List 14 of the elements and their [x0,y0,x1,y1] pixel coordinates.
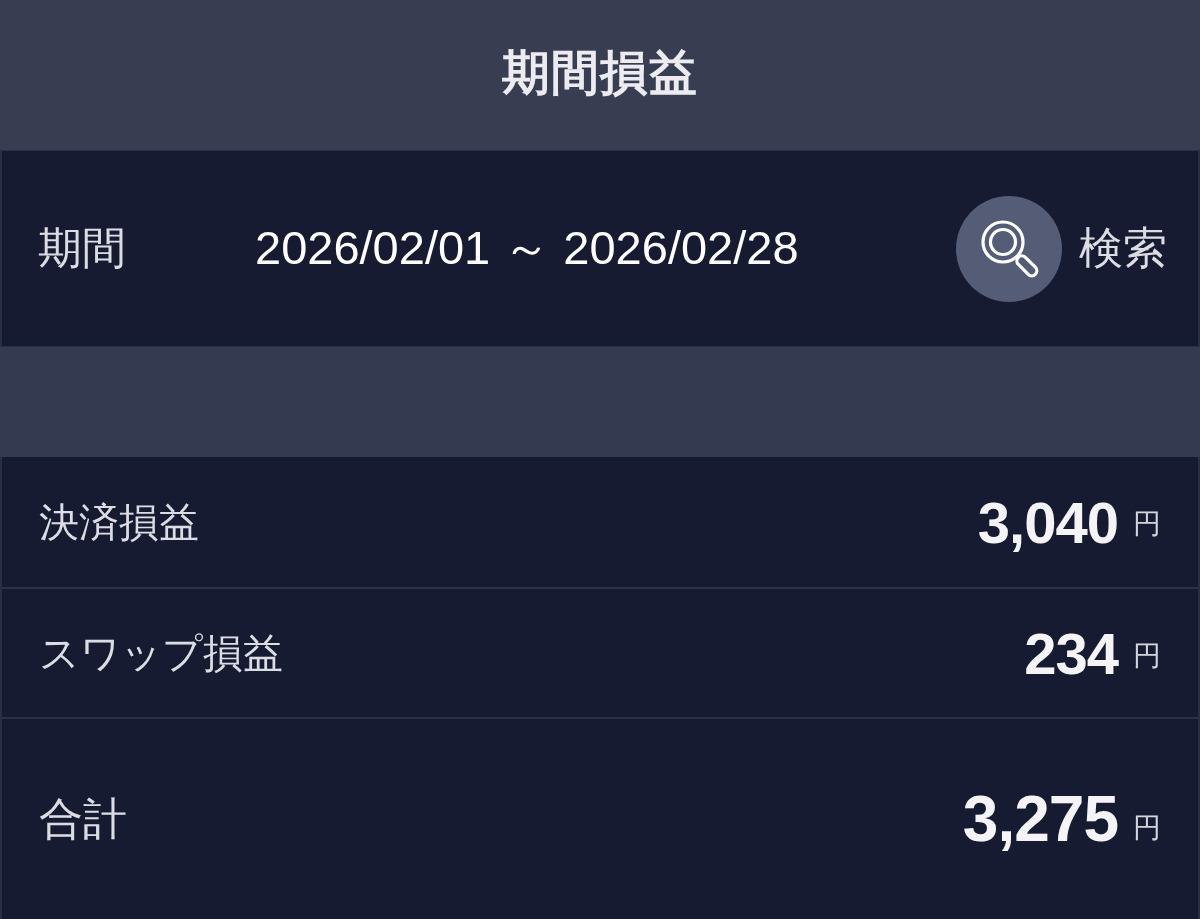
row-label: 決済損益 [39,498,200,546]
currency-unit: 円 [1133,507,1161,541]
period-label: 期間 [38,222,127,274]
date-range: 2026/02/01 ～ 2026/02/28 [255,220,800,276]
row-label: スワップ損益 [39,629,284,677]
amount-value: 3,040 [977,488,1118,556]
search-icon [956,195,1062,302]
total-label: 合計 [39,792,128,845]
amount-value: 234 [1024,619,1118,687]
page-title: 期間損益 [502,45,698,101]
search-button[interactable]: 検索 [956,195,1167,302]
currency-unit: 円 [1133,639,1161,673]
currency-unit: 円 [1133,811,1161,845]
total-amount: 3,275 [962,782,1118,856]
